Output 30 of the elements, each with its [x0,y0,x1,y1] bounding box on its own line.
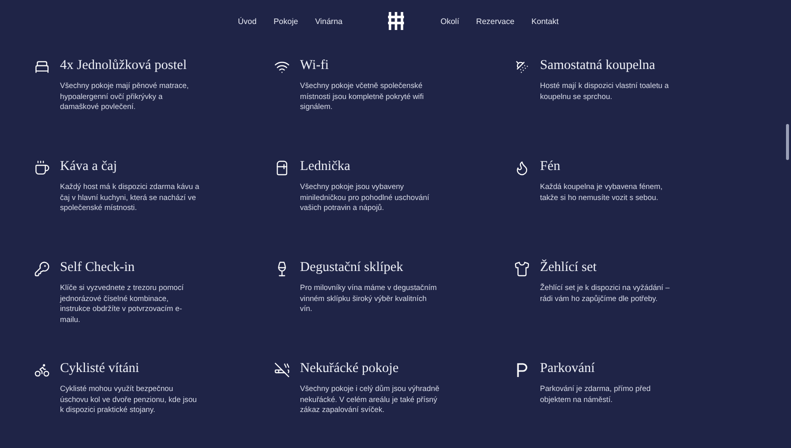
shower-icon [514,59,530,75]
no-smoking-icon [274,362,290,378]
logo-icon[interactable] [386,11,404,31]
flame-icon [514,160,530,176]
nav-link[interactable]: Rezervace [476,16,514,26]
feature-title: Parkování [540,360,596,376]
nav-link[interactable]: Okolí [440,16,460,26]
feature-title: Cyklisté vítáni [60,360,140,376]
feature-title: Žehlící set [540,259,598,275]
feature-title: Káva a čaj [60,158,118,174]
feature-title: 4x Jednolůžková postel [60,57,188,73]
nav-link[interactable]: Kontakt [531,16,559,26]
feature-title: Nekuřácké pokoje [300,360,400,376]
parking-icon [514,362,530,378]
nav-link[interactable]: Pokoje [274,16,298,26]
nav-link[interactable]: Vinárna [315,16,342,26]
feature-title: Degustační sklípek [300,259,404,275]
fridge-icon [274,160,290,176]
bed-icon [34,59,50,75]
feature-title: Lednička [300,158,352,174]
feature-title: Fén [540,158,562,174]
bicycle-icon [34,362,50,378]
scrollbar-thumb[interactable] [786,124,789,160]
nav-link[interactable]: Úvod [238,16,257,26]
key-icon [34,261,50,277]
shirt-icon [514,261,530,277]
feature-title: Self Check-in [60,259,136,275]
feature-title: Wi-fi [300,57,330,73]
cup-icon [34,160,50,176]
feature-title: Samostatná koupelna [540,57,656,73]
